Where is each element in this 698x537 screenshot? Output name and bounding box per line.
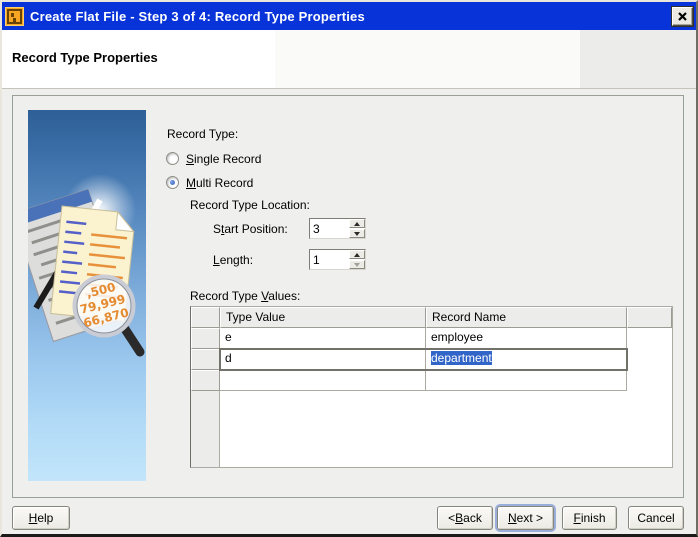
wizard-graphic-panel: ,500 79,999 66,870 bbox=[28, 110, 146, 481]
length-up-button[interactable] bbox=[349, 250, 365, 259]
row-header-strip bbox=[191, 391, 220, 467]
app-icon[interactable] bbox=[5, 6, 24, 26]
table-background[interactable] bbox=[220, 391, 672, 467]
length-down-button[interactable] bbox=[349, 260, 365, 269]
close-button[interactable] bbox=[672, 6, 693, 26]
cell-record-name[interactable] bbox=[426, 370, 627, 391]
cell-record-name-editor[interactable]: department bbox=[426, 349, 627, 370]
arrow-up-icon bbox=[354, 221, 360, 226]
length-label: Length: bbox=[213, 253, 254, 267]
radio-circle-icon bbox=[166, 152, 179, 165]
row-header-cell[interactable] bbox=[191, 370, 220, 391]
table-row-editing: d department bbox=[191, 348, 672, 371]
close-x-icon bbox=[678, 11, 687, 21]
start-position-down-button[interactable] bbox=[349, 229, 365, 238]
table-corner-cell[interactable] bbox=[191, 307, 220, 328]
page-title: Record Type Properties bbox=[12, 50, 158, 65]
record-type-values-table: Type Value Record Name e employee d depa… bbox=[190, 306, 673, 468]
column-header-record-name[interactable]: Record Name bbox=[426, 307, 627, 328]
selected-text: department bbox=[431, 351, 492, 365]
table-row: e employee bbox=[191, 328, 672, 349]
row-header-cell[interactable] bbox=[191, 349, 220, 370]
length-input[interactable] bbox=[310, 250, 349, 269]
single-record-radio[interactable]: Single Record bbox=[166, 151, 261, 166]
cancel-button[interactable]: Cancel bbox=[628, 506, 684, 530]
column-header-type-value[interactable]: Type Value bbox=[220, 307, 426, 328]
next-button[interactable]: Next > bbox=[497, 506, 554, 530]
arrow-down-icon bbox=[354, 231, 360, 236]
length-spinner bbox=[309, 249, 366, 270]
back-button[interactable]: < Back bbox=[437, 506, 493, 530]
cell-type-value[interactable]: e bbox=[220, 328, 426, 349]
multi-record-label: Multi Record bbox=[186, 175, 254, 190]
wizard-header: Record Type Properties bbox=[2, 30, 696, 89]
cell-type-value[interactable]: d bbox=[220, 349, 426, 370]
finish-button[interactable]: Finish bbox=[562, 506, 617, 530]
start-position-label: Start Position: bbox=[213, 222, 288, 236]
start-position-input[interactable] bbox=[310, 219, 349, 238]
record-type-values-label: Record Type Values: bbox=[190, 289, 301, 303]
magnifier-graphic: ,500 79,999 66,870 bbox=[72, 274, 145, 357]
record-type-location-label: Record Type Location: bbox=[190, 198, 310, 212]
arrow-down-icon bbox=[354, 262, 360, 267]
table-header-row: Type Value Record Name bbox=[191, 307, 672, 328]
start-position-up-button[interactable] bbox=[349, 219, 365, 228]
radio-selected-icon bbox=[166, 176, 179, 189]
wizard-dialog: Create Flat File - Step 3 of 4: Record T… bbox=[0, 0, 698, 537]
arrow-up-icon bbox=[354, 252, 360, 257]
multi-record-radio[interactable]: Multi Record bbox=[166, 175, 253, 190]
window-title: Create Flat File - Step 3 of 4: Record T… bbox=[30, 8, 365, 24]
wizard-graphic: ,500 79,999 66,870 bbox=[28, 174, 145, 357]
title-bar[interactable]: Create Flat File - Step 3 of 4: Record T… bbox=[2, 2, 696, 30]
record-type-label: Record Type: bbox=[167, 127, 239, 141]
header-filler bbox=[627, 307, 672, 328]
cell-type-value[interactable] bbox=[220, 370, 426, 391]
row-header-cell[interactable] bbox=[191, 328, 220, 349]
single-record-label: Single Record bbox=[186, 151, 262, 166]
table-empty-area bbox=[191, 391, 672, 467]
cell-record-name[interactable]: employee bbox=[426, 328, 627, 349]
table-row bbox=[191, 370, 672, 391]
start-position-spinner bbox=[309, 218, 366, 239]
help-button[interactable]: Help bbox=[12, 506, 70, 530]
